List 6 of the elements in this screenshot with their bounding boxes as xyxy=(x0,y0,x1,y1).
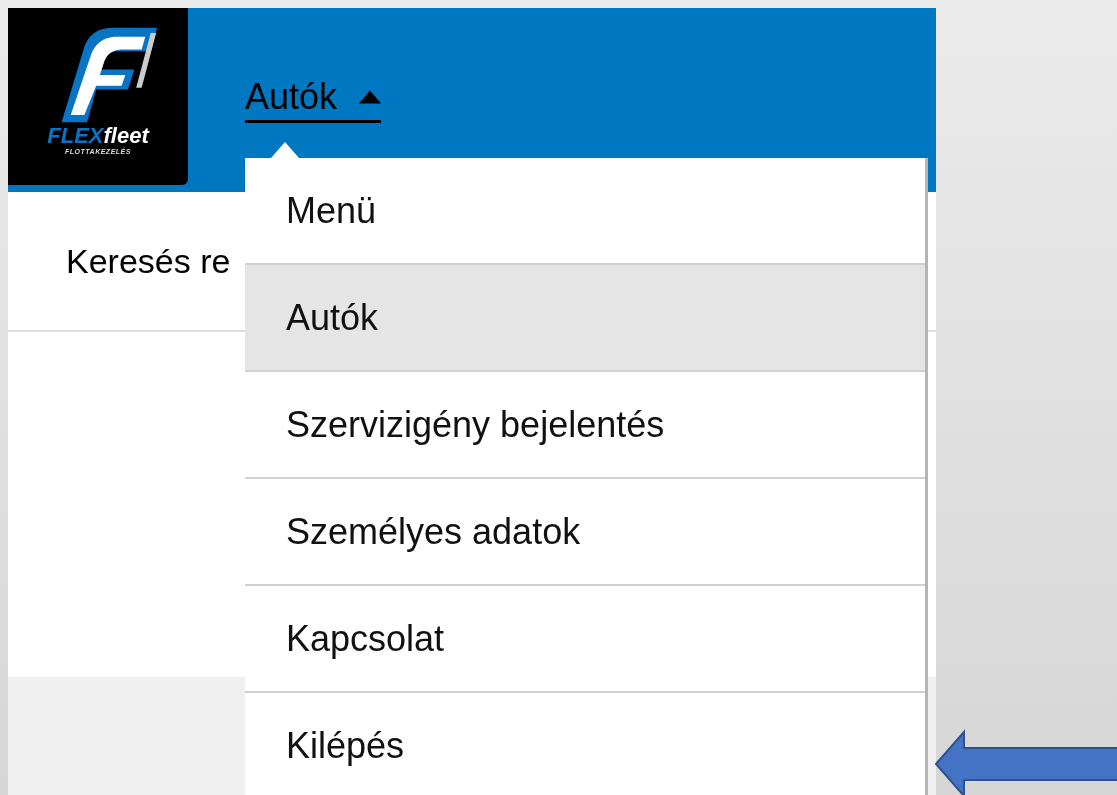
caret-icon xyxy=(359,90,382,104)
menu-item[interactable]: Autók xyxy=(245,265,925,372)
menu-pointer xyxy=(271,142,299,158)
brand-name: FLEXfleet xyxy=(47,124,149,148)
search-heading: Keresés re xyxy=(66,241,231,281)
nav-menu-toggle[interactable]: Autók xyxy=(245,76,382,123)
